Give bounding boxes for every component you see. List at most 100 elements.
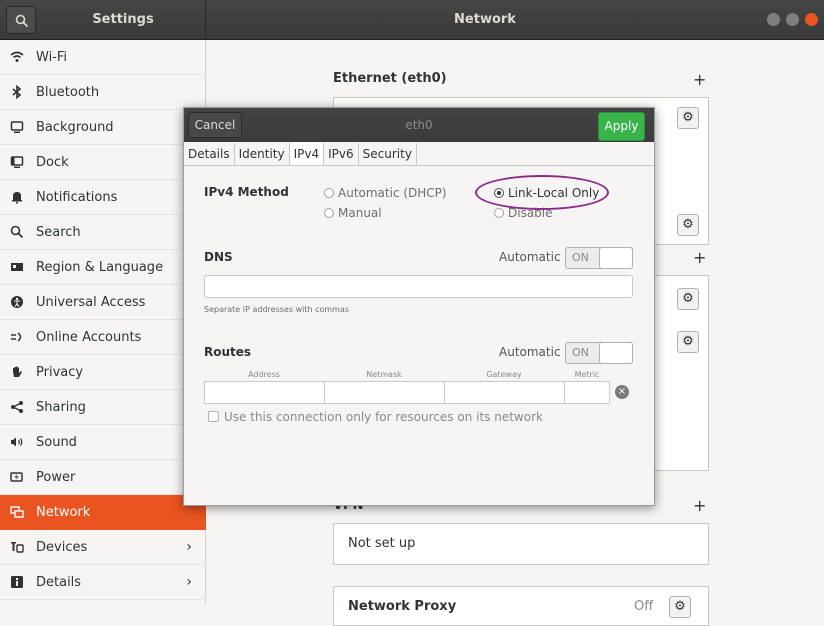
dock-icon bbox=[10, 155, 24, 169]
radio-indicator bbox=[324, 188, 334, 198]
route-gateway-input[interactable] bbox=[444, 381, 565, 404]
gear-icon: ⚙ bbox=[674, 599, 686, 614]
sidebar-item-bluetooth[interactable]: Bluetooth bbox=[0, 75, 206, 110]
sidebar-item-sharing[interactable]: Sharing bbox=[0, 390, 206, 425]
tab-identity[interactable]: Identity bbox=[235, 143, 290, 165]
accessibility-icon bbox=[10, 295, 24, 309]
header-left: Settings bbox=[0, 0, 206, 40]
dns-input[interactable] bbox=[204, 275, 633, 298]
bluetooth-icon bbox=[10, 84, 24, 100]
route-column-address: Address bbox=[248, 370, 280, 379]
sidebar-item-sound[interactable]: Sound bbox=[0, 425, 206, 460]
remove-route-button[interactable]: × bbox=[615, 385, 629, 399]
connection-settings-button[interactable]: ⚙ bbox=[677, 288, 699, 310]
sidebar-item-notifications[interactable]: Notifications bbox=[0, 180, 206, 215]
local-resources-label: Use this connection only for resources o… bbox=[224, 410, 543, 424]
vpn-status: Not set up bbox=[348, 536, 416, 551]
toggle-state: ON bbox=[572, 346, 589, 359]
chevron-right-icon: › bbox=[186, 574, 192, 590]
proxy-settings-button[interactable]: ⚙ bbox=[669, 596, 691, 618]
dialog-tabs: Details Identity IPv4 IPv6 Security bbox=[184, 143, 654, 166]
tab-details[interactable]: Details bbox=[184, 143, 235, 165]
sidebar-item-label: Bluetooth bbox=[36, 85, 100, 100]
radio-label: Automatic (DHCP) bbox=[338, 186, 447, 200]
routes-automatic-label: Automatic bbox=[499, 345, 561, 359]
add-vpn-button[interactable]: + bbox=[693, 498, 706, 514]
network-proxy-status: Off bbox=[634, 599, 654, 614]
gear-icon: ⚙ bbox=[682, 217, 694, 232]
cancel-button[interactable]: Cancel bbox=[188, 112, 242, 138]
sidebar-item-background[interactable]: Background bbox=[0, 110, 206, 145]
sidebar-item-universal-access[interactable]: Universal Access bbox=[0, 285, 206, 320]
sidebar-item-label: Devices bbox=[36, 540, 88, 555]
local-resources-checkbox[interactable] bbox=[208, 411, 219, 422]
route-column-gateway: Gateway bbox=[486, 370, 522, 379]
sidebar-item-label: Power bbox=[36, 470, 76, 485]
tab-ipv4[interactable]: IPv4 bbox=[289, 143, 325, 165]
route-netmask-input[interactable] bbox=[324, 381, 445, 404]
add-connection-button[interactable]: + bbox=[693, 250, 706, 266]
sidebar-item-label: Sharing bbox=[36, 400, 86, 415]
sidebar-item-dock[interactable]: Dock bbox=[0, 145, 206, 180]
gear-icon: ⚙ bbox=[682, 110, 694, 125]
page-title: Network bbox=[454, 12, 516, 27]
sidebar-item-privacy[interactable]: Privacy bbox=[0, 355, 206, 390]
minimize-button[interactable] bbox=[766, 13, 780, 26]
ethernet-settings-button[interactable]: ⚙ bbox=[677, 107, 699, 129]
dns-label: DNS bbox=[204, 250, 233, 264]
hand-icon bbox=[10, 365, 24, 379]
sidebar-item-label: Notifications bbox=[36, 190, 118, 205]
sidebar-item-label: Sound bbox=[36, 435, 77, 450]
dns-automatic-toggle[interactable]: ON bbox=[565, 247, 633, 269]
apply-button[interactable]: Apply bbox=[598, 112, 645, 141]
network-icon bbox=[10, 505, 24, 519]
add-ethernet-button[interactable]: + bbox=[693, 72, 706, 88]
gear-icon: ⚙ bbox=[682, 291, 694, 306]
radio-manual[interactable]: Manual bbox=[324, 205, 382, 221]
sidebar-item-region-language[interactable]: Region & Language bbox=[0, 250, 206, 285]
tab-ipv6[interactable]: IPv6 bbox=[324, 143, 359, 165]
route-metric-input[interactable] bbox=[564, 381, 610, 404]
route-column-netmask: Netmask bbox=[366, 370, 402, 379]
flag-icon bbox=[10, 260, 24, 274]
route-address-input[interactable] bbox=[204, 381, 325, 404]
dns-automatic-label: Automatic bbox=[499, 250, 561, 264]
info-icon bbox=[10, 575, 24, 589]
bell-icon bbox=[10, 190, 24, 204]
toggle-knob bbox=[599, 342, 633, 364]
sidebar-item-devices[interactable]: Devices › bbox=[0, 530, 206, 565]
close-icon: × bbox=[617, 386, 627, 397]
vpn-card: Not set up bbox=[333, 523, 709, 565]
sidebar-item-details[interactable]: Details › bbox=[0, 565, 206, 600]
sidebar-item-power[interactable]: Power bbox=[0, 460, 206, 495]
routes-automatic-toggle[interactable]: ON bbox=[565, 342, 633, 364]
radio-automatic-dhcp[interactable]: Automatic (DHCP) bbox=[324, 185, 447, 201]
sidebar-item-online-accounts[interactable]: Online Accounts bbox=[0, 320, 206, 355]
dialog-title: eth0 bbox=[405, 118, 433, 132]
sidebar-item-label: Background bbox=[36, 120, 114, 135]
tab-security[interactable]: Security bbox=[359, 143, 417, 165]
sidebar-item-label: Privacy bbox=[36, 365, 84, 380]
share-icon bbox=[10, 400, 24, 414]
sidebar-item-network[interactable]: Network bbox=[0, 495, 206, 530]
sidebar-item-wifi[interactable]: Wi-Fi bbox=[0, 40, 206, 75]
network-proxy-row[interactable]: Network Proxy Off ⚙ bbox=[333, 586, 709, 626]
sidebar: Wi-Fi Bluetooth Background Dock Notifica… bbox=[0, 40, 206, 604]
maximize-button[interactable] bbox=[785, 13, 799, 26]
highlight-annotation bbox=[475, 175, 609, 210]
radio-label: Manual bbox=[338, 206, 382, 220]
wifi-icon bbox=[10, 50, 24, 64]
background-icon bbox=[10, 120, 24, 134]
devices-icon bbox=[10, 540, 24, 554]
search-button[interactable] bbox=[6, 6, 36, 34]
close-button[interactable] bbox=[805, 13, 818, 26]
sidebar-item-label: Dock bbox=[36, 155, 69, 170]
toggle-knob bbox=[599, 247, 633, 269]
settings-title: Settings bbox=[92, 12, 154, 27]
radio-indicator bbox=[494, 208, 504, 218]
profile-settings-button[interactable]: ⚙ bbox=[677, 214, 699, 236]
local-resources-option[interactable]: Use this connection only for resources o… bbox=[208, 410, 543, 424]
sidebar-item-label: Network bbox=[36, 505, 91, 520]
connection-settings-button-2[interactable]: ⚙ bbox=[677, 331, 699, 353]
sidebar-item-search[interactable]: Search bbox=[0, 215, 206, 250]
